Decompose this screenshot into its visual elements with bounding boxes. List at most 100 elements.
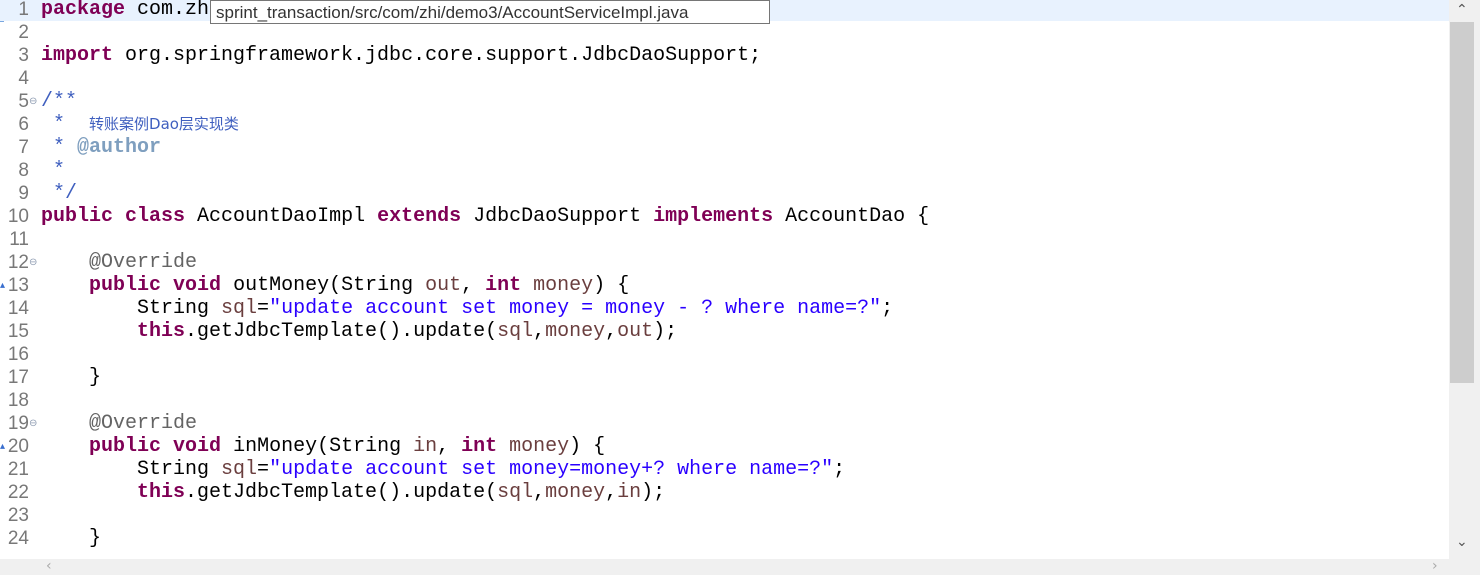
code-token: package <box>41 0 126 21</box>
code-line[interactable]: 24 } <box>0 527 1449 550</box>
code-text: this.getJdbcTemplate().update(sql,money,… <box>41 481 665 504</box>
code-token: , <box>461 274 486 297</box>
line-number: 19 <box>7 413 29 434</box>
code-line[interactable]: 19 ⊖ @Override <box>0 412 1449 435</box>
code-token: , <box>437 435 462 458</box>
code-token: money <box>545 481 606 504</box>
code-token: "update account set money=money+? where … <box>269 458 834 481</box>
code-line[interactable]: 13 ▴ public void outMoney(String out, int… <box>0 274 1449 297</box>
code-text: @Override <box>41 412 197 435</box>
code-token: String <box>41 458 222 481</box>
code-token: * <box>41 136 78 159</box>
code-text: * <box>41 159 65 182</box>
code-line[interactable]: 10 public class AccountDaoImpl extends Jd… <box>0 205 1449 228</box>
line-number: 4 <box>18 68 29 89</box>
code-token: * <box>41 113 90 136</box>
code-line[interactable]: 9 */ <box>0 182 1449 205</box>
code-line[interactable]: 23 <box>0 504 1449 527</box>
code-token: implements <box>653 205 774 228</box>
code-text: package com.zh <box>41 0 209 21</box>
scroll-down-icon[interactable]: ⌄ <box>1456 534 1468 550</box>
code-token: out <box>425 274 462 297</box>
code-token: sql <box>497 481 534 504</box>
code-token: , <box>605 481 618 504</box>
line-number: 16 <box>7 344 29 365</box>
line-number: 14 <box>7 298 29 319</box>
code-line[interactable]: 7 * @author <box>0 136 1449 159</box>
fold-collapse-icon[interactable]: ⊖ <box>29 90 39 113</box>
code-token: @Override <box>89 251 198 274</box>
code-line[interactable]: 4 <box>0 67 1449 90</box>
code-text: * @author <box>41 136 161 159</box>
code-line[interactable]: 18 <box>0 389 1449 412</box>
code-text: this.getJdbcTemplate().update(sql,money,… <box>41 320 677 343</box>
line-number: 18 <box>7 390 29 411</box>
code-line[interactable]: 5 ⊖/** <box>0 90 1449 113</box>
fold-collapse-icon[interactable]: ⊖ <box>29 412 39 435</box>
scroll-up-icon[interactable]: ⌃ <box>1456 2 1468 18</box>
code-line[interactable]: 17 } <box>0 366 1449 389</box>
code-token: 转账案例Dao层实现类 <box>89 115 239 133</box>
scroll-right-icon[interactable]: › <box>1432 558 1438 574</box>
code-line[interactable]: 16 <box>0 343 1449 366</box>
code-token: JdbcDaoSupport <box>461 205 654 228</box>
code-token: public <box>89 435 162 458</box>
code-line[interactable]: 8 * <box>0 159 1449 182</box>
code-token: out <box>617 320 654 343</box>
code-text: public void outMoney(String out, int mon… <box>41 274 629 297</box>
code-token: = <box>257 458 270 481</box>
code-line[interactable]: 21 String sql="update account set money=… <box>0 458 1449 481</box>
code-token: .getJdbcTemplate().update( <box>185 320 498 343</box>
code-line[interactable]: 14 String sql="update account set money … <box>0 297 1449 320</box>
line-number: 15 <box>7 321 29 342</box>
code-token: void <box>173 435 222 458</box>
scroll-left-icon[interactable]: ‹ <box>46 558 52 574</box>
line-number: 8 <box>18 160 29 181</box>
code-token: public <box>89 274 162 297</box>
code-token: this <box>137 320 186 343</box>
vertical-scroll-thumb[interactable] <box>1450 22 1474 383</box>
code-token: ; <box>833 458 846 481</box>
line-number: 7 <box>18 137 29 158</box>
code-token: , <box>605 320 618 343</box>
line-number: 9 <box>18 183 29 204</box>
code-line[interactable]: 11 <box>0 228 1449 251</box>
code-token: inMoney(String <box>221 435 414 458</box>
code-token: money <box>545 320 606 343</box>
line-number: 6 <box>18 114 29 135</box>
code-token: ) { <box>569 435 606 458</box>
fold-collapse-icon[interactable]: ⊖ <box>29 251 39 274</box>
code-line[interactable]: 12 ⊖ @Override <box>0 251 1449 274</box>
code-line[interactable]: 6 * 转账案例Dao层实现类 <box>0 113 1449 136</box>
code-token: org.springframework.jdbc.core.support.Jd… <box>113 44 762 67</box>
code-text: /** <box>41 90 77 113</box>
code-token: sql <box>497 320 534 343</box>
line-number: 11 <box>9 229 29 250</box>
code-text: */ <box>41 182 77 205</box>
code-token: = <box>257 297 270 320</box>
code-editor[interactable]: 1 package com.zh 2 3 import org.springframew… <box>0 0 1449 559</box>
code-line[interactable]: 20 ▴ public void inMoney(String in, int m… <box>0 435 1449 458</box>
code-text: String sql="update account set money=mon… <box>41 458 845 481</box>
code-token: ; <box>881 297 894 320</box>
code-text: } <box>41 366 101 389</box>
code-token: String <box>41 297 222 320</box>
code-token: AccountDao { <box>773 205 930 228</box>
code-line[interactable]: 22 this.getJdbcTemplate().update(sql,mon… <box>0 481 1449 504</box>
horizontal-scrollbar[interactable]: ‹ › <box>0 558 1480 575</box>
code-token: "update account set money = money - ? wh… <box>269 297 882 320</box>
code-token: * <box>41 159 66 182</box>
line-number: 23 <box>7 505 29 526</box>
code-token: outMoney(String <box>221 274 426 297</box>
code-line[interactable]: 15 this.getJdbcTemplate().update(sql,mon… <box>0 320 1449 343</box>
code-line[interactable]: 3 import org.springframework.jdbc.core.su… <box>0 44 1449 67</box>
code-token: money <box>509 435 570 458</box>
code-text: @Override <box>41 251 197 274</box>
vertical-scrollbar[interactable]: ⌃ ⌄ <box>1449 0 1480 559</box>
code-token: int <box>485 274 522 297</box>
